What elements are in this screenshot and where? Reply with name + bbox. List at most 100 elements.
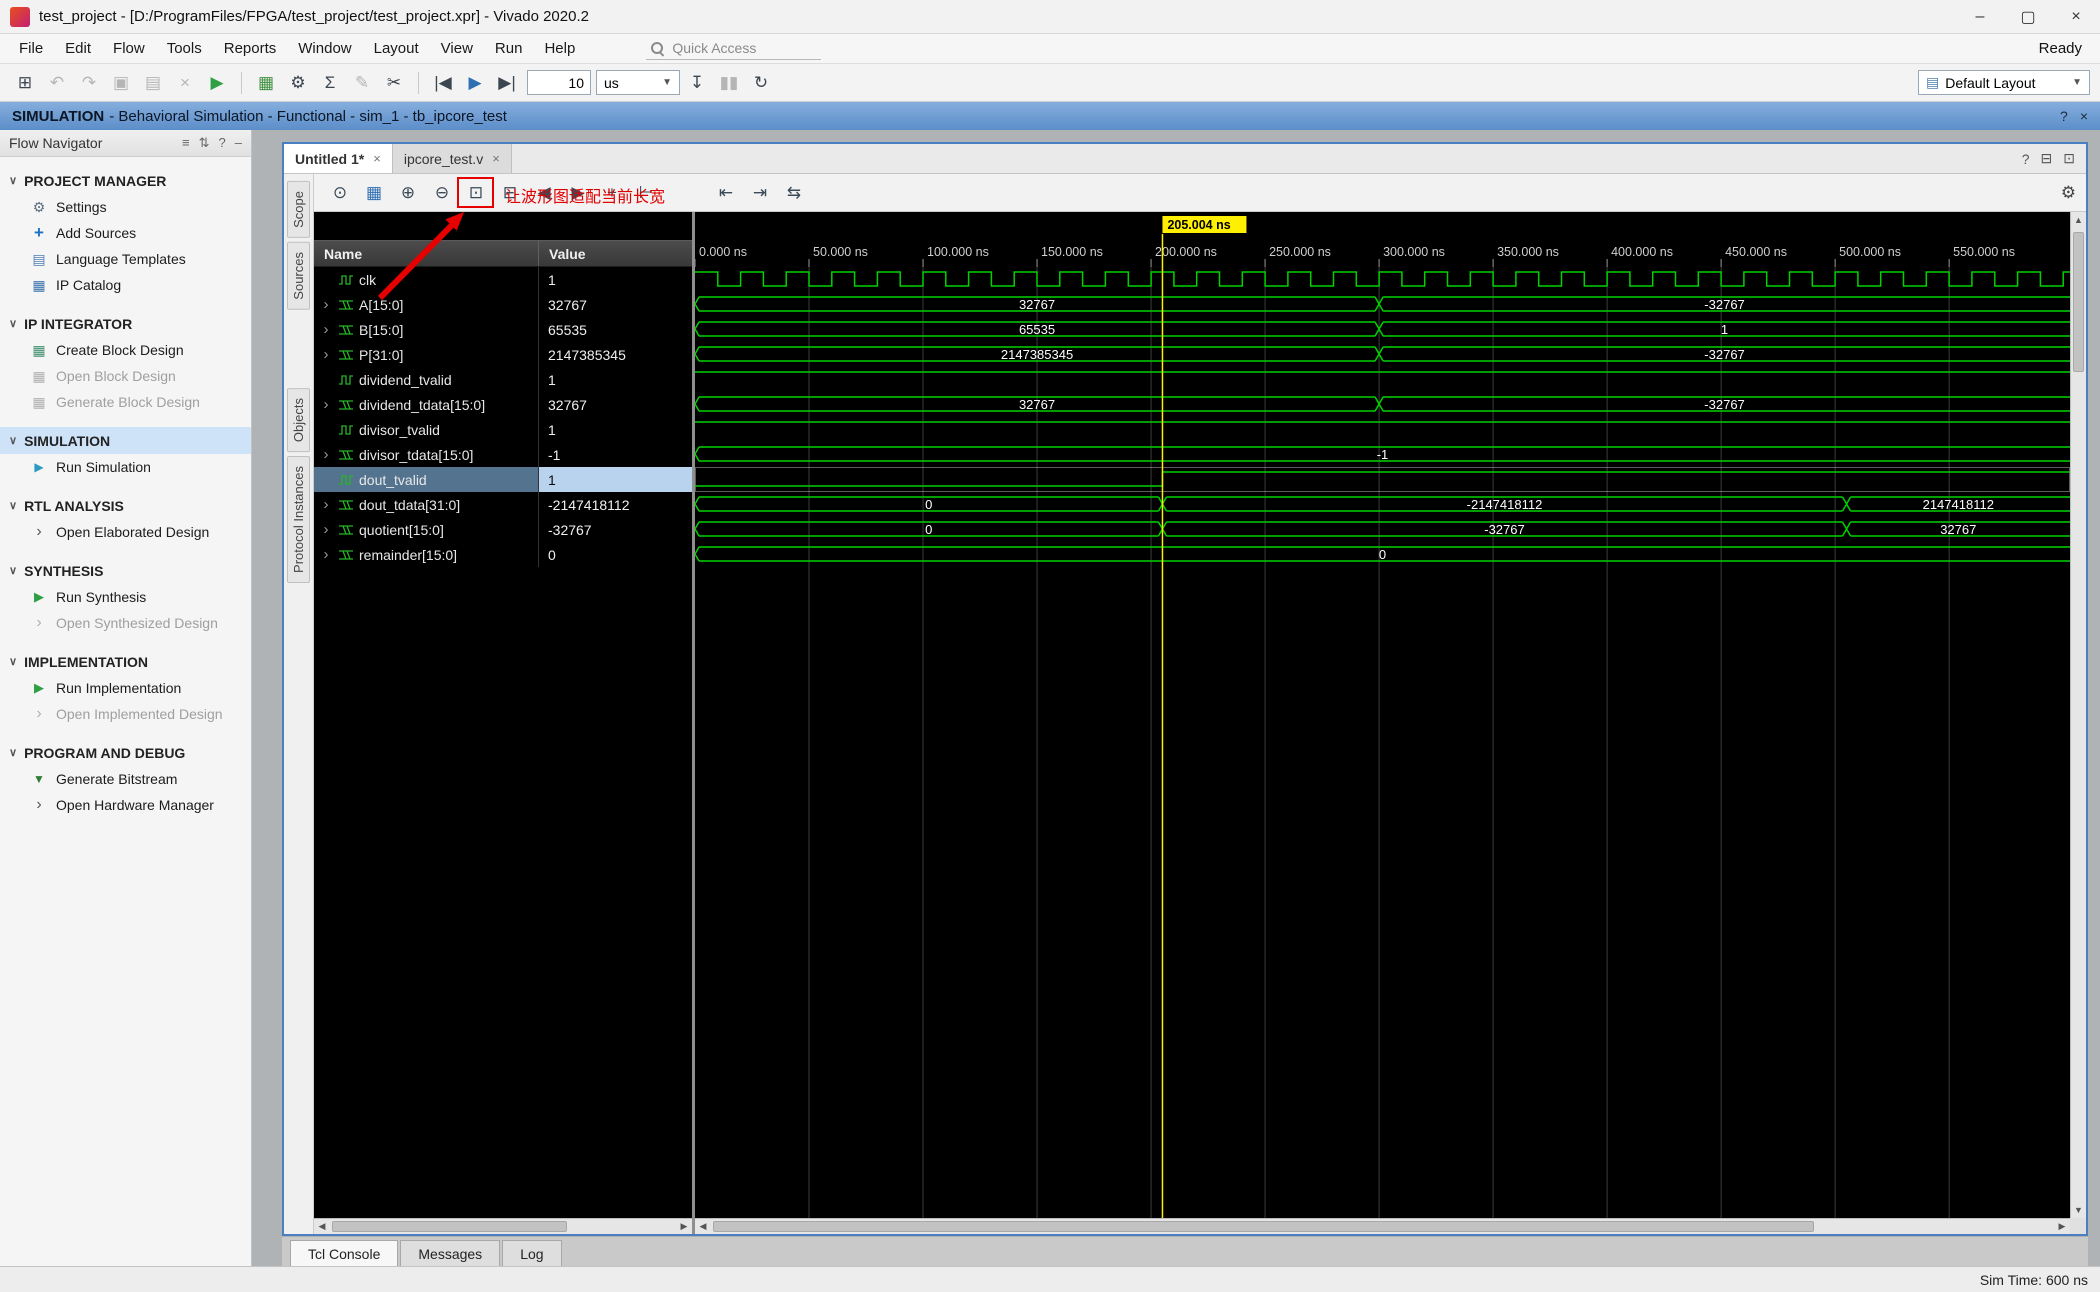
flow-section-header-implementation[interactable]: ∨ IMPLEMENTATION [0, 648, 251, 675]
pause-icon[interactable]: ▮▮ [714, 68, 744, 98]
console-tab-messages[interactable]: Messages [400, 1240, 501, 1266]
wave-vscroll-thumb[interactable] [2073, 232, 2084, 372]
minimize-icon[interactable]: – [235, 135, 242, 151]
close-button[interactable]: × [2052, 0, 2100, 33]
signal-row[interactable]: dividend_tvalid 1 [314, 367, 692, 392]
scroll-right-icon[interactable]: ▶ [676, 1219, 692, 1235]
flownav-item-open-hardware-manager[interactable]: Open Hardware Manager [0, 792, 251, 818]
scroll-left-icon[interactable]: ◀ [314, 1219, 330, 1235]
wave-settings-icon[interactable]: ⚙ [2061, 183, 2076, 203]
side-tab-protocol-instances[interactable]: Protocol Instances [287, 455, 310, 583]
copy-icon[interactable]: ▣ [106, 68, 136, 98]
signal-row[interactable]: dout_tvalid 1 [314, 467, 692, 492]
collapse-all-icon[interactable]: ≡ [182, 135, 190, 151]
menu-run[interactable]: Run [484, 36, 534, 61]
menu-file[interactable]: File [8, 36, 54, 61]
edit-icon[interactable]: ✎ [347, 68, 377, 98]
maximize-button[interactable]: ▢ [2004, 0, 2052, 33]
scroll-up-icon[interactable]: ▲ [2071, 212, 2086, 228]
flownav-item-open-implemented-design[interactable]: Open Implemented Design [0, 701, 251, 727]
paste-icon[interactable]: ▤ [138, 68, 168, 98]
run-for-icon[interactable]: ▶| [492, 68, 522, 98]
wave-vscrollbar[interactable]: ▲ ▼ [2070, 212, 2086, 1218]
flownav-item-open-block-design[interactable]: Open Block Design [0, 363, 251, 389]
undo-icon[interactable]: ↶ [42, 68, 72, 98]
run-button-icon[interactable]: ▶ [202, 68, 232, 98]
menu-layout[interactable]: Layout [363, 36, 430, 61]
wave-hscroll-track[interactable] [711, 1219, 2054, 1234]
console-tab-log[interactable]: Log [502, 1240, 562, 1266]
wave-panel[interactable]: 0.000 ns 50.000 ns 100.000 ns 150.000 ns 200… [695, 212, 2086, 1234]
editor-tab-untitled-1[interactable]: Untitled 1* × [284, 144, 393, 173]
flownav-item-ip-catalog[interactable]: IP Catalog [0, 272, 251, 298]
menu-reports[interactable]: Reports [213, 36, 288, 61]
run-time-input[interactable] [527, 70, 591, 95]
flow-section-header-simulation[interactable]: ∨ SIMULATION [0, 427, 251, 454]
side-tab-objects[interactable]: Objects [287, 387, 310, 452]
open-project-icon[interactable]: ⊞ [10, 68, 40, 98]
time-unit-select[interactable]: us ▼ [596, 70, 680, 95]
goto-start-icon[interactable]: ⇤ [712, 179, 740, 207]
signal-row[interactable]: › P[31:0] 2147385345 [314, 342, 692, 367]
expand-icon[interactable]: › [319, 497, 333, 512]
signal-row[interactable]: › remainder[15:0] 0 [314, 542, 692, 567]
menu-window[interactable]: Window [287, 36, 362, 61]
side-tab-sources[interactable]: Sources [287, 241, 310, 310]
signal-row[interactable]: › B[15:0] 65535 [314, 317, 692, 342]
redo-icon[interactable]: ↷ [74, 68, 104, 98]
board-icon[interactable]: ▦ [251, 68, 281, 98]
signal-row[interactable]: clk 1 [314, 267, 692, 292]
expand-icon[interactable]: › [319, 322, 333, 337]
flow-section-header-program-and-debug[interactable]: ∨ PROGRAM AND DEBUG [0, 739, 251, 766]
signal-row[interactable]: › A[15:0] 32767 [314, 292, 692, 317]
maximize-icon[interactable]: ⊡ [2063, 150, 2075, 167]
signal-row[interactable]: divisor_tvalid 1 [314, 417, 692, 442]
minimize-button[interactable]: – [1956, 0, 2004, 33]
wave-hscrollbar[interactable]: ◀ ▶ [695, 1218, 2070, 1234]
find-icon[interactable]: ⊙ [326, 179, 354, 207]
expand-icon[interactable]: › [319, 347, 333, 362]
signal-row[interactable]: › dividend_tdata[15:0] 32767 [314, 392, 692, 417]
flow-section-header-project-manager[interactable]: ∨ PROJECT MANAGER [0, 167, 251, 194]
flownav-item-run-implementation[interactable]: Run Implementation [0, 675, 251, 701]
editor-tab-ipcore-test-v[interactable]: ipcore_test.v × [392, 144, 512, 173]
menu-help[interactable]: Help [533, 36, 586, 61]
names-hscroll-thumb[interactable] [332, 1221, 568, 1232]
expand-icon[interactable]: › [319, 547, 333, 562]
toggle-cursor-icon[interactable]: ⇆ [780, 179, 808, 207]
goto-end-icon[interactable]: ⇥ [746, 179, 774, 207]
signal-row[interactable]: › divisor_tdata[15:0] -1 [314, 442, 692, 467]
layout-select[interactable]: ▤ Default Layout ▼ [1918, 70, 2090, 95]
flownav-item-generate-bitstream[interactable]: Generate Bitstream [0, 766, 251, 792]
close-icon[interactable]: × [373, 151, 381, 166]
names-hscroll-track[interactable] [330, 1219, 676, 1234]
flownav-item-add-sources[interactable]: Add Sources [0, 220, 251, 246]
run-all-icon[interactable]: ▶ [460, 68, 490, 98]
flownav-item-settings[interactable]: Settings [0, 194, 251, 220]
console-tab-tcl-console[interactable]: Tcl Console [290, 1240, 399, 1266]
expand-icon[interactable]: › [319, 522, 333, 537]
settings-gear-icon[interactable]: ⚙ [283, 68, 313, 98]
waveform-canvas[interactable]: 0.000 ns 50.000 ns 100.000 ns 150.000 ns 200… [695, 212, 2070, 1218]
help-icon[interactable]: ? [219, 135, 226, 151]
sum-icon[interactable]: Σ [315, 68, 345, 98]
signal-row[interactable]: › quotient[15:0] -32767 [314, 517, 692, 542]
scroll-left-icon[interactable]: ◀ [695, 1219, 711, 1235]
relaunch-icon[interactable]: ↻ [746, 68, 776, 98]
expand-collapse-icon[interactable]: ⇅ [199, 135, 210, 151]
save-waveform-icon[interactable]: ▦ [360, 179, 388, 207]
flow-section-header-ip-integrator[interactable]: ∨ IP INTEGRATOR [0, 310, 251, 337]
names-hscrollbar[interactable]: ◀ ▶ [314, 1218, 692, 1234]
menu-edit[interactable]: Edit [54, 36, 102, 61]
flownav-item-run-simulation[interactable]: Run Simulation [0, 454, 251, 480]
flownav-item-create-block-design[interactable]: Create Block Design [0, 337, 251, 363]
delete-icon[interactable]: × [170, 68, 200, 98]
menu-view[interactable]: View [430, 36, 484, 61]
flownav-item-language-templates[interactable]: Language Templates [0, 246, 251, 272]
flow-section-header-rtl-analysis[interactable]: ∨ RTL ANALYSIS [0, 492, 251, 519]
flownav-item-open-elaborated-design[interactable]: Open Elaborated Design [0, 519, 251, 545]
help-icon[interactable]: ? [2060, 108, 2068, 124]
quick-access-search[interactable]: Quick Access [646, 38, 822, 60]
name-column-header[interactable]: Name [314, 241, 538, 266]
value-column-header[interactable]: Value [538, 241, 692, 266]
